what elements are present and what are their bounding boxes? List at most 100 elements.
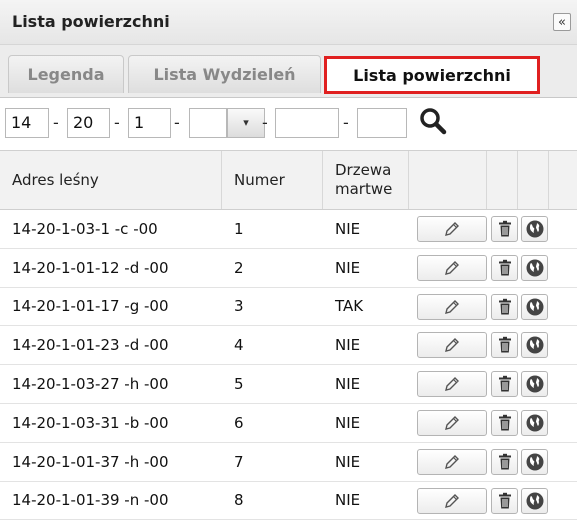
tab-lista-powierzchni[interactable]: Lista powierzchni: [324, 56, 540, 94]
globe-icon: [525, 413, 545, 433]
tab-lista-wydzielen[interactable]: Lista Wydzieleń: [128, 55, 321, 93]
cell-adres: 14-20-1-03-31 -b -00: [12, 413, 169, 432]
column-header-drzewa-martwe: Drzewa martwe: [323, 151, 409, 209]
column-header-adres: Adres leśny: [0, 151, 222, 209]
cell-numer: 7: [234, 452, 244, 471]
cell-numer: 6: [234, 413, 244, 432]
table-row[interactable]: 14-20-1-01-37 -h -00 7 NIE: [0, 442, 577, 482]
column-header-numer: Numer: [222, 151, 323, 209]
delete-button[interactable]: [491, 293, 518, 320]
table-row[interactable]: 14-20-1-01-23 -d -00 4 NIE: [0, 326, 577, 366]
tab-bar: Legenda Lista Wydzieleń Lista powierzchn…: [0, 45, 577, 98]
trash-icon: [497, 375, 513, 393]
delete-button[interactable]: [491, 487, 518, 514]
cell-drzewa-martwe: NIE: [335, 413, 361, 432]
trash-icon: [497, 492, 513, 510]
cell-drzewa-martwe: NIE: [335, 219, 361, 238]
cell-drzewa-martwe: NIE: [335, 375, 361, 394]
cell-adres: 14-20-1-01-39 -n -00: [12, 491, 169, 510]
filter-row: 14 - 20 - 1 - ▾ - -: [0, 98, 577, 151]
show-on-map-button[interactable]: [521, 216, 548, 242]
table-row[interactable]: 14-20-1-03-1 -c -00 1 NIE: [0, 210, 577, 249]
cell-drzewa-martwe: TAK: [335, 297, 364, 316]
tab-legenda[interactable]: Legenda: [8, 55, 124, 93]
table-row[interactable]: 14-20-1-01-12 -d -00 2 NIE: [0, 248, 577, 288]
filter-field-1[interactable]: 14: [5, 108, 49, 138]
trash-icon: [497, 453, 513, 471]
filter-field-6[interactable]: [357, 108, 407, 138]
delete-button[interactable]: [491, 332, 518, 359]
surfaces-table: Adres leśny Numer Drzewa martwe 14-20-1-…: [0, 151, 577, 520]
pencil-icon: [442, 335, 462, 355]
pencil-icon: [442, 452, 462, 472]
filter-field-3[interactable]: 1: [128, 108, 171, 138]
globe-icon: [525, 258, 545, 278]
filter-separator: -: [174, 113, 180, 132]
cell-adres: 14-20-1-01-23 -d -00: [12, 336, 169, 355]
show-on-map-button[interactable]: [521, 293, 548, 320]
show-on-map-button[interactable]: [521, 332, 548, 359]
cell-adres: 14-20-1-01-12 -d -00: [12, 258, 169, 277]
globe-icon: [525, 335, 545, 355]
trash-icon: [497, 414, 513, 432]
column-header-spacer: [549, 151, 577, 209]
collapse-button[interactable]: «: [553, 13, 571, 31]
edit-button[interactable]: [417, 216, 487, 242]
column-header-edit: [409, 151, 487, 209]
table-row[interactable]: 14-20-1-01-39 -n -00 8 NIE: [0, 481, 577, 520]
cell-drzewa-martwe: NIE: [335, 452, 361, 471]
filter-separator: -: [114, 113, 120, 132]
cell-adres: 14-20-1-01-37 -h -00: [12, 452, 169, 471]
chevron-down-icon: ▾: [243, 116, 249, 129]
pencil-icon: [442, 413, 462, 433]
pencil-icon: [442, 219, 462, 239]
pencil-icon: [442, 491, 462, 511]
filter-field-4[interactable]: [189, 108, 227, 138]
delete-button[interactable]: [491, 216, 518, 242]
cell-drzewa-martwe: NIE: [335, 491, 361, 510]
trash-icon: [497, 220, 513, 238]
delete-button[interactable]: [491, 254, 518, 281]
trash-icon: [497, 298, 513, 316]
cell-adres: 14-20-1-01-17 -g -00: [12, 297, 169, 316]
globe-icon: [525, 297, 545, 317]
edit-button[interactable]: [417, 487, 487, 514]
filter-separator: -: [53, 113, 59, 132]
edit-button[interactable]: [417, 254, 487, 281]
show-on-map-button[interactable]: [521, 371, 548, 398]
cell-numer: 5: [234, 375, 244, 394]
edit-button[interactable]: [417, 409, 487, 436]
pencil-icon: [442, 258, 462, 278]
trash-icon: [497, 336, 513, 354]
edit-button[interactable]: [417, 371, 487, 398]
cell-adres: 14-20-1-03-1 -c -00: [12, 219, 158, 238]
delete-button[interactable]: [491, 371, 518, 398]
search-icon[interactable]: [418, 106, 448, 136]
table-row[interactable]: 14-20-1-03-31 -b -00 6 NIE: [0, 403, 577, 443]
table-header: Adres leśny Numer Drzewa martwe: [0, 151, 577, 210]
show-on-map-button[interactable]: [521, 487, 548, 514]
cell-numer: 3: [234, 297, 244, 316]
cell-numer: 4: [234, 336, 244, 355]
show-on-map-button[interactable]: [521, 409, 548, 436]
cell-numer: 2: [234, 258, 244, 277]
globe-icon: [525, 374, 545, 394]
show-on-map-button[interactable]: [521, 254, 548, 281]
filter-field-5[interactable]: [275, 108, 339, 138]
delete-button[interactable]: [491, 448, 518, 475]
cell-numer: 1: [234, 219, 244, 238]
table-row[interactable]: 14-20-1-01-17 -g -00 3 TAK: [0, 287, 577, 327]
panel-header: Lista powierzchni «: [0, 0, 577, 45]
globe-icon: [525, 452, 545, 472]
edit-button[interactable]: [417, 332, 487, 359]
delete-button[interactable]: [491, 409, 518, 436]
cell-numer: 8: [234, 491, 244, 510]
show-on-map-button[interactable]: [521, 448, 548, 475]
filter-dropdown-button[interactable]: ▾: [227, 108, 265, 138]
edit-button[interactable]: [417, 448, 487, 475]
edit-button[interactable]: [417, 293, 487, 320]
filter-separator: -: [343, 113, 349, 132]
filter-field-2[interactable]: 20: [67, 108, 110, 138]
table-body: 14-20-1-03-1 -c -00 1 NIE 14-20-1-01-12 -d …: [0, 210, 577, 520]
table-row[interactable]: 14-20-1-03-27 -h -00 5 NIE: [0, 365, 577, 404]
